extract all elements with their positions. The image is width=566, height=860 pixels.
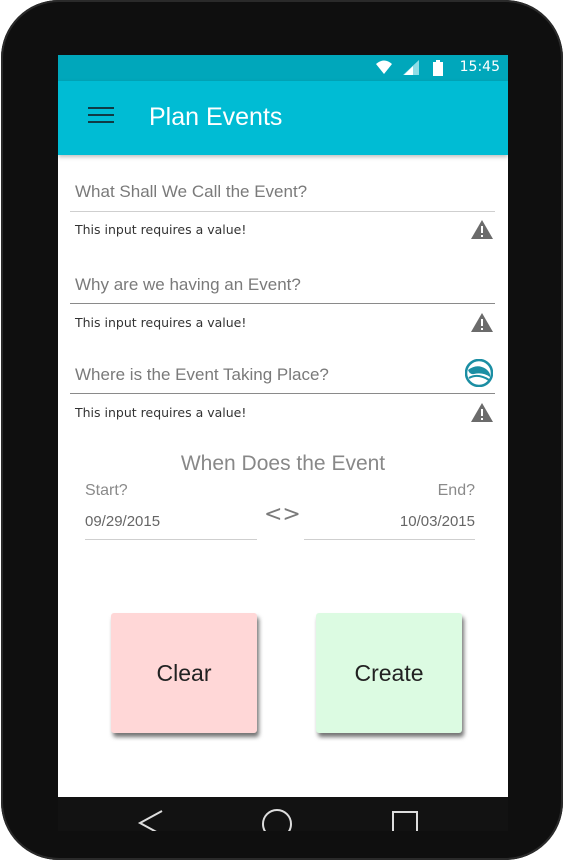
page-title: Plan Events bbox=[149, 103, 283, 131]
end-date-field[interactable]: 10/03/2015 bbox=[400, 513, 475, 530]
app-bar: Plan Events bbox=[58, 81, 508, 155]
location-globe-icon[interactable] bbox=[465, 359, 493, 387]
wifi-icon bbox=[376, 60, 392, 74]
clock: 15:45 bbox=[459, 59, 500, 75]
event-name-input[interactable] bbox=[70, 173, 495, 211]
back-icon[interactable] bbox=[136, 809, 166, 831]
clear-button[interactable]: Clear bbox=[111, 613, 257, 733]
end-label: End? bbox=[437, 482, 475, 499]
hamburger-menu-icon[interactable] bbox=[88, 107, 114, 125]
event-location-input[interactable] bbox=[70, 356, 495, 394]
battery-icon bbox=[433, 60, 443, 76]
recents-icon[interactable] bbox=[391, 810, 419, 831]
end-date-underline bbox=[304, 539, 475, 540]
event-location-underline bbox=[70, 393, 495, 394]
start-label: Start? bbox=[85, 482, 128, 499]
app-screen: 15:45 Plan Events This input requires a … bbox=[58, 55, 508, 797]
event-location-error: This input requires a value! bbox=[75, 405, 247, 420]
date-range-separator: <> bbox=[264, 502, 301, 527]
create-button[interactable]: Create bbox=[316, 613, 462, 733]
warning-icon bbox=[471, 403, 493, 422]
event-reason-underline bbox=[70, 303, 495, 304]
event-name-error: This input requires a value! bbox=[75, 222, 247, 237]
start-date-field[interactable]: 09/29/2015 bbox=[85, 513, 160, 530]
event-reason-input[interactable] bbox=[70, 266, 495, 304]
signal-icon bbox=[403, 60, 419, 75]
warning-icon bbox=[471, 313, 493, 332]
phone-frame: 15:45 Plan Events This input requires a … bbox=[0, 0, 566, 860]
when-section-title: When Does the Event bbox=[180, 452, 386, 475]
event-name-underline bbox=[70, 211, 495, 212]
start-date-underline bbox=[85, 539, 257, 540]
status-bar: 15:45 bbox=[58, 55, 508, 81]
android-nav-bar bbox=[58, 797, 508, 831]
home-icon[interactable] bbox=[260, 807, 294, 831]
warning-icon bbox=[471, 220, 493, 239]
event-reason-error: This input requires a value! bbox=[75, 315, 247, 330]
